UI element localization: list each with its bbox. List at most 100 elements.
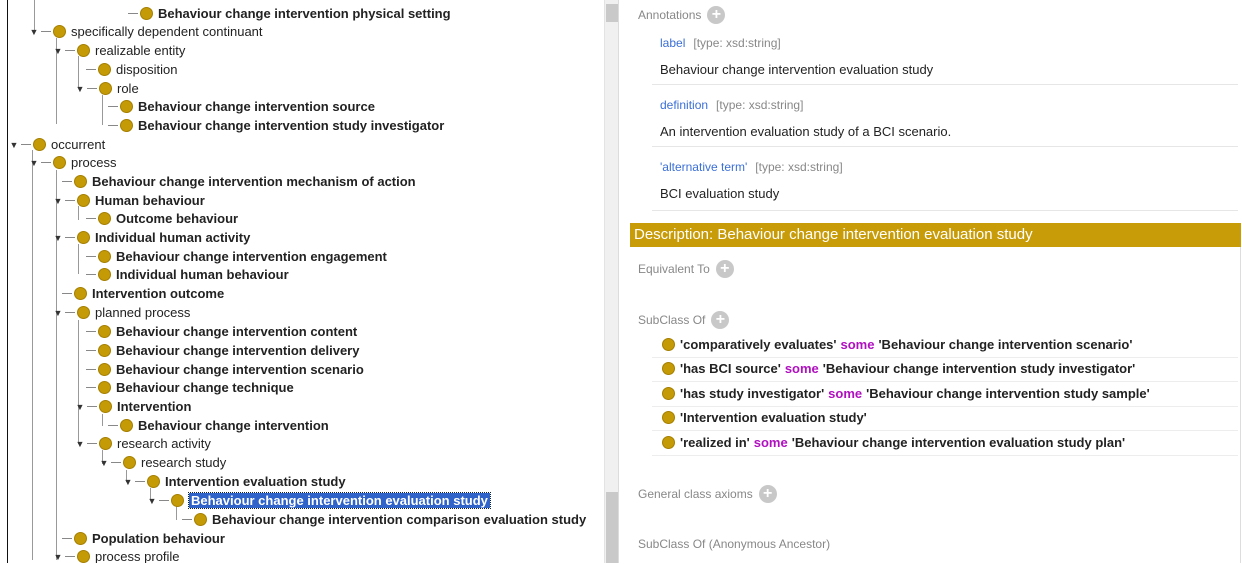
collapse-arrow-icon[interactable]: ▼ xyxy=(28,158,40,168)
collapse-arrow-icon[interactable]: ▼ xyxy=(52,233,64,243)
annotation-label[interactable]: label [type: xsd:string] Behaviour change… xyxy=(660,34,933,77)
annotation-property[interactable]: label xyxy=(660,36,685,50)
equivalent-to-header: Equivalent To + xyxy=(638,260,734,278)
tree-node[interactable]: Behaviour change intervention study inve… xyxy=(108,116,444,135)
node-label: Behaviour change intervention content xyxy=(116,324,358,339)
tree-node[interactable]: ▼ Human behaviour xyxy=(52,191,205,210)
tree-connector xyxy=(87,88,97,89)
subclass-axiom[interactable]: 'has study investigator' some 'Behaviour c… xyxy=(662,386,1150,401)
tree-node[interactable]: ▼ role xyxy=(74,79,139,98)
collapse-arrow-icon[interactable]: ▼ xyxy=(52,196,64,206)
separator xyxy=(652,455,1238,456)
class-icon xyxy=(662,387,675,400)
tree-node[interactable]: ▼ research study xyxy=(98,453,227,472)
scrollbar-thumb[interactable] xyxy=(606,492,618,563)
tree-node[interactable]: ▼ occurrent xyxy=(8,135,106,154)
node-label: Behaviour change intervention scenario xyxy=(116,362,364,377)
node-label: Behaviour change intervention delivery xyxy=(116,343,360,358)
annotation-type: [type: xsd:string] xyxy=(693,36,781,50)
tree-node[interactable]: Behaviour change intervention comparison… xyxy=(182,510,586,529)
tree-node[interactable]: ▼ Individual human activity xyxy=(52,228,251,247)
axiom-text: 'Behaviour change intervention evaluatio… xyxy=(791,435,1126,450)
collapse-arrow-icon[interactable]: ▼ xyxy=(74,402,86,412)
separator xyxy=(652,84,1238,85)
subclass-axiom[interactable]: 'Intervention evaluation study' xyxy=(662,410,867,425)
tree-node[interactable]: Behaviour change intervention scenario xyxy=(86,360,364,379)
tree-connector xyxy=(87,406,97,407)
class-icon xyxy=(662,436,675,449)
tree-node[interactable]: ▼ process xyxy=(28,153,117,172)
tree-node[interactable]: Behaviour change intervention content xyxy=(86,322,357,341)
tree-node[interactable]: ▼ realizable entity xyxy=(52,41,186,60)
tree-node[interactable]: Outcome behaviour xyxy=(86,209,238,228)
tree-connector xyxy=(128,13,138,14)
tree-node[interactable]: disposition xyxy=(86,60,177,79)
annotation-property[interactable]: 'alternative term' xyxy=(660,160,747,174)
tree-node[interactable]: Individual human behaviour xyxy=(86,265,289,284)
annotation-definition[interactable]: definition [type: xsd:string] An interven… xyxy=(660,96,951,139)
tree-node[interactable]: Behaviour change intervention delivery xyxy=(86,341,359,360)
tree-node[interactable]: ▼ planned process xyxy=(52,303,191,322)
scrollbar-thumb[interactable] xyxy=(606,4,618,22)
node-label: Behaviour change intervention physical s… xyxy=(158,6,451,21)
annotation-alternative-term[interactable]: 'alternative term' [type: xsd:string] BCI… xyxy=(660,158,843,201)
add-annotation-button[interactable]: + xyxy=(707,6,726,24)
subclass-axiom[interactable]: 'has BCI source' some 'Behaviour change in… xyxy=(662,361,1135,376)
tree-node[interactable]: Population behaviour xyxy=(62,529,225,548)
collapse-arrow-icon[interactable]: ▼ xyxy=(146,496,158,506)
node-label: Population behaviour xyxy=(92,531,225,546)
node-label: research activity xyxy=(117,436,211,451)
add-equivalent-button[interactable]: + xyxy=(715,260,734,278)
tree-connector xyxy=(135,481,145,482)
node-label: Behaviour change intervention mechanism … xyxy=(92,174,416,189)
tree-node[interactable]: Intervention outcome xyxy=(62,284,224,303)
tree-node[interactable]: ▼ process profile xyxy=(52,547,180,563)
axiom-text: 'Behaviour change intervention study inv… xyxy=(822,361,1136,376)
subclass-axiom[interactable]: 'realized in' some 'Behaviour change inter… xyxy=(662,435,1125,450)
tree-connector xyxy=(111,462,121,463)
pane-border xyxy=(1240,247,1241,563)
tree-connector xyxy=(86,274,96,275)
tree-node[interactable]: Behaviour change intervention mechanism … xyxy=(62,172,416,191)
tree-connector xyxy=(65,312,75,313)
node-label: Behaviour change intervention xyxy=(138,418,329,433)
tree-connector xyxy=(86,369,96,370)
tree-node[interactable]: ▼ Intervention evaluation study xyxy=(122,472,346,491)
class-icon xyxy=(74,532,87,545)
collapse-arrow-icon[interactable]: ▼ xyxy=(98,458,110,468)
pane-divider[interactable] xyxy=(618,0,630,563)
collapse-arrow-icon[interactable]: ▼ xyxy=(8,140,20,150)
tree-connector xyxy=(182,519,192,520)
add-general-axiom-button[interactable]: + xyxy=(758,485,777,503)
separator xyxy=(652,406,1238,407)
separator xyxy=(652,357,1238,358)
annotation-property[interactable]: definition xyxy=(660,98,708,112)
class-icon xyxy=(77,550,90,563)
class-hierarchy-tree[interactable]: Behaviour change intervention physical s… xyxy=(8,0,604,563)
tree-node[interactable]: Behaviour change intervention source xyxy=(108,97,375,116)
class-icon xyxy=(99,437,112,450)
collapse-arrow-icon[interactable]: ▼ xyxy=(52,552,64,562)
collapse-arrow-icon[interactable]: ▼ xyxy=(28,27,40,37)
tree-scrollbar[interactable] xyxy=(604,0,618,563)
collapse-arrow-icon[interactable]: ▼ xyxy=(52,46,64,56)
annotation-value: Behaviour change intervention evaluation… xyxy=(660,62,934,77)
tree-node-selected[interactable]: ▼ Behaviour change intervention evaluatio… xyxy=(146,491,491,510)
tree-node[interactable]: ▼ Intervention xyxy=(74,397,192,416)
tree-node[interactable]: ▼ specifically dependent continuant xyxy=(28,22,263,41)
class-icon xyxy=(120,119,133,132)
tree-node[interactable]: Behaviour change intervention physical s… xyxy=(128,4,451,23)
axiom-keyword: some xyxy=(784,361,819,376)
collapse-arrow-icon[interactable]: ▼ xyxy=(74,439,86,449)
tree-node[interactable]: Behaviour change technique xyxy=(86,378,294,397)
tree-node[interactable]: Behaviour change intervention engagement xyxy=(86,247,387,266)
section-title: SubClass Of (Anonymous Ancestor) xyxy=(638,537,831,551)
class-icon xyxy=(53,156,66,169)
collapse-arrow-icon[interactable]: ▼ xyxy=(52,308,64,318)
add-superclass-button[interactable]: + xyxy=(711,311,730,329)
collapse-arrow-icon[interactable]: ▼ xyxy=(122,477,134,487)
collapse-arrow-icon[interactable]: ▼ xyxy=(74,84,86,94)
subclass-axiom[interactable]: 'comparatively evaluates' some 'Behaviour … xyxy=(662,337,1132,352)
tree-node[interactable]: ▼ research activity xyxy=(74,434,211,453)
tree-node[interactable]: Behaviour change intervention xyxy=(108,416,329,435)
